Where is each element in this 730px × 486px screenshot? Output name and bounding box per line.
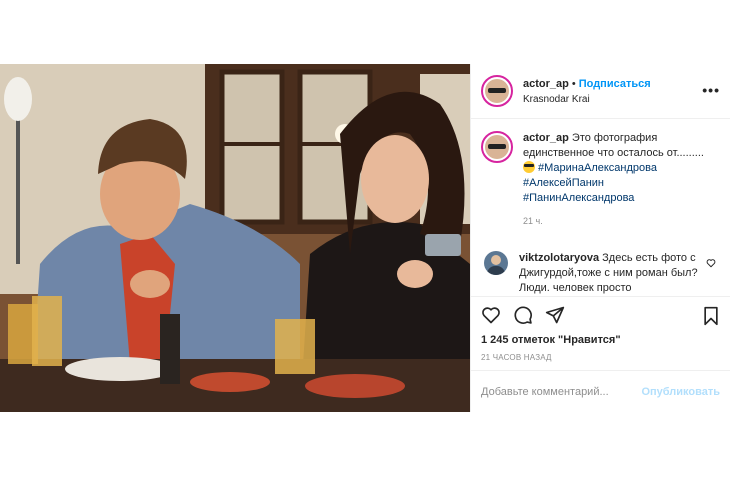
commenter-avatar[interactable]: [484, 251, 508, 275]
post-time-ago[interactable]: 21 ЧАСОВ НАЗАД: [471, 347, 730, 362]
hashtag-link[interactable]: #МаринаАлександрова: [538, 162, 657, 174]
bookmark-icon[interactable]: [702, 306, 720, 331]
sunglasses-emoji-icon: [523, 161, 535, 173]
heart-icon[interactable]: [481, 305, 501, 325]
author-username[interactable]: actor_ap: [523, 78, 569, 90]
post-location[interactable]: Krasnodar Krai: [523, 92, 651, 108]
caption-username[interactable]: actor_ap: [523, 132, 569, 144]
hashtag-link[interactable]: #АлексейПанин: [523, 176, 713, 191]
author-avatar[interactable]: [481, 75, 513, 107]
publish-button[interactable]: Опубликовать: [641, 386, 720, 398]
likes-count[interactable]: 1 245 отметок "Нравится": [471, 333, 730, 347]
follow-button[interactable]: Подписаться: [579, 78, 651, 90]
add-comment-bar: Добавьте комментарий... Опубликовать: [471, 370, 730, 412]
separator-dot: •: [571, 77, 576, 90]
hashtag-link[interactable]: #ПанинАлександрова: [523, 191, 713, 206]
action-bar: [471, 297, 730, 333]
caption-time[interactable]: 21 ч.: [523, 214, 713, 229]
comment-item: viktzolotaryova Здесь есть фото с Джигур…: [481, 251, 720, 295]
comment-icon[interactable]: [513, 305, 533, 325]
post-panel: actor_ap • Подписаться Krasnodar Krai ••• …: [470, 64, 730, 412]
small-heart-icon[interactable]: [706, 255, 716, 273]
post-header: actor_ap • Подписаться Krasnodar Krai •••: [471, 64, 730, 119]
commenter-username[interactable]: viktzolotaryova: [519, 252, 599, 264]
caption-avatar[interactable]: [481, 131, 513, 163]
more-options-icon[interactable]: •••: [702, 82, 720, 98]
paper-plane-icon[interactable]: [545, 305, 565, 325]
post-photo[interactable]: [0, 64, 470, 412]
photo-image: [0, 64, 470, 412]
comment-input[interactable]: Добавьте комментарий...: [481, 386, 641, 398]
caption-row: actor_ap Это фотография единственное что…: [481, 131, 720, 229]
comments-section: actor_ap Это фотография единственное что…: [471, 119, 730, 297]
